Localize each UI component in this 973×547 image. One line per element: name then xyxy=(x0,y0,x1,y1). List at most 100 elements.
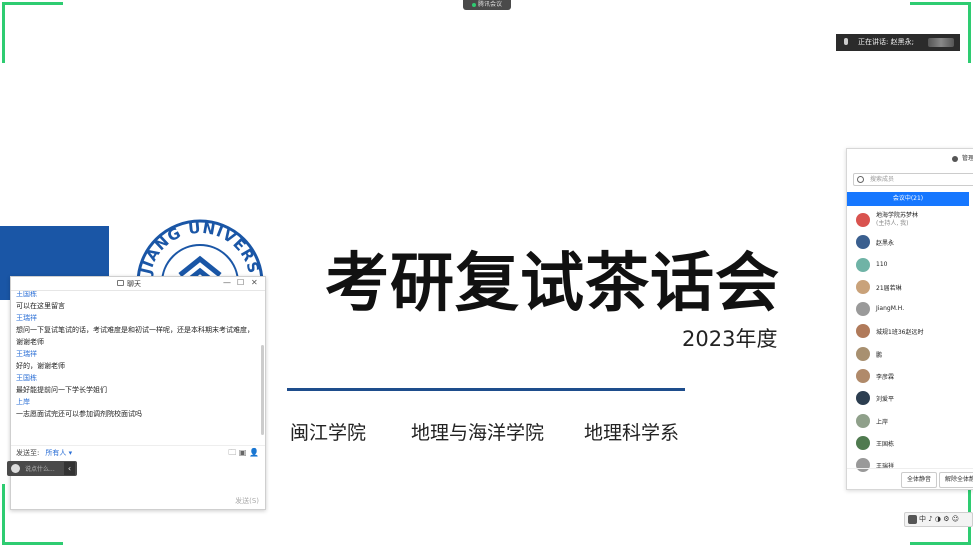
member-row[interactable]: 刘爱平 xyxy=(853,387,973,409)
input-method-toolbar[interactable]: 中 ♪ ◑ ⚙ ☺ xyxy=(904,512,973,527)
message-sender: 上岸 xyxy=(16,398,30,406)
members-panel[interactable]: 管理 搜索成员 会议中(21) 地海学院苏梦林 (主持人, 我) 赵黑永 110 … xyxy=(846,148,973,490)
member-row[interactable]: 110 xyxy=(853,254,973,276)
member-row[interactable]: 鹏 xyxy=(853,343,973,365)
member-row[interactable]: 上岸 xyxy=(853,410,973,432)
avatar xyxy=(856,346,870,361)
avatar xyxy=(856,213,870,227)
avatar xyxy=(856,302,870,317)
meeting-app-label: 腾讯会议 xyxy=(477,1,502,8)
member-list[interactable]: 地海学院苏梦林 (主持人, 我) 赵黑永 110 21届若琳 JiangM.H. … xyxy=(853,209,973,477)
avatar xyxy=(856,279,870,294)
microphone-icon xyxy=(844,38,848,45)
chat-toolbar: 🗀 ▣ 👤 xyxy=(228,447,259,461)
user-icon xyxy=(951,155,958,162)
avatar xyxy=(856,369,870,384)
member-name-block: 地海学院苏梦林 (主持人, 我) xyxy=(876,212,918,228)
chat-input[interactable]: 说点什么... ‹ xyxy=(7,461,77,476)
send-button[interactable]: 发送(S) xyxy=(235,496,259,506)
send-to-selector[interactable]: 发送至: 所有人 ▾ xyxy=(16,448,72,458)
maximize-button[interactable]: ☐ xyxy=(237,278,244,287)
user-icon[interactable]: 👤 xyxy=(249,448,259,457)
send-to-label: 发送至: xyxy=(16,449,40,457)
member-role: (主持人, 我) xyxy=(876,220,909,227)
close-button[interactable]: ✕ xyxy=(251,278,258,287)
chat-input-placeholder: 说点什么... xyxy=(25,466,55,473)
screenshot-icon[interactable]: ▣ xyxy=(239,448,247,457)
department-3: 地理科学系 xyxy=(584,422,680,444)
member-name: JiangM.H. xyxy=(876,305,905,313)
avatar xyxy=(856,391,870,406)
member-name: 赵黑永 xyxy=(876,240,895,248)
slide-title: 考研复试茶话会 xyxy=(325,247,780,321)
message-text: 一志愿面试完还可以参加调剂院校面试吗 xyxy=(16,410,142,418)
message-sender: 王国栋 xyxy=(16,291,37,298)
chat-message: 王瑞祥 想问一下复试笔试的话，考试难度是和初试一样呢，还是本科期末考试难度，谢谢… xyxy=(16,312,256,348)
chat-message: 王瑞祥 好的，谢谢老师 xyxy=(16,348,256,372)
unmute-all-button[interactable]: 解除全体静音 xyxy=(939,472,973,488)
avatar xyxy=(856,235,870,250)
chat-window[interactable]: 聊天 — ☐ ✕ 王国栋 可以在这里留言 王瑞祥 想问一下复试笔试的话，考试难度… xyxy=(7,276,266,510)
member-row[interactable]: 赵黑永 xyxy=(853,231,973,253)
ime-logo-icon xyxy=(908,514,917,524)
message-sender: 王国栋 xyxy=(16,374,37,382)
avatar xyxy=(856,324,870,339)
member-name: 上岸 xyxy=(876,418,889,426)
send-to-value[interactable]: 所有人 ▾ xyxy=(45,449,72,457)
emoji-icon[interactable] xyxy=(11,464,20,473)
chat-message: 上岸 一志愿面试完还可以参加调剂院校面试吗 xyxy=(16,396,256,420)
frame-corner-top-left xyxy=(2,2,63,63)
member-row[interactable]: 21届若琳 xyxy=(853,276,973,298)
status-dot-icon xyxy=(471,2,476,7)
member-search-input[interactable]: 搜索成员 xyxy=(853,173,973,186)
minimize-button[interactable]: — xyxy=(223,278,231,287)
slide-divider xyxy=(287,388,685,391)
ime-label[interactable]: 中 ♪ ◑ ⚙ ☺ xyxy=(919,515,959,523)
avatar xyxy=(856,413,870,428)
department-2: 地理与海洋学院 xyxy=(411,422,545,444)
chat-message: 王国栋 可以在这里留言 xyxy=(16,291,256,312)
message-text: 好的，谢谢老师 xyxy=(16,362,65,370)
member-row[interactable]: 王国栋 xyxy=(853,432,973,454)
member-row[interactable]: 城规1班36赵远时 xyxy=(853,320,973,342)
member-name: 110 xyxy=(876,260,888,268)
manage-label: 管理 xyxy=(961,155,973,162)
chat-titlebar[interactable]: 聊天 — ☐ ✕ xyxy=(11,277,265,291)
member-row[interactable]: 李彦霖 xyxy=(853,365,973,387)
message-sender: 王瑞祥 xyxy=(16,350,37,358)
avatar xyxy=(856,257,870,272)
member-name: 李彦霖 xyxy=(876,374,895,382)
frame-corner-top-right xyxy=(910,2,971,63)
chat-icon xyxy=(117,280,124,286)
chat-divider xyxy=(11,445,265,446)
speaking-label: 正在讲话: 赵黑永; xyxy=(858,38,914,46)
message-text: 想问一下复试笔试的话，考试难度是和初试一样呢，还是本科期末考试难度，谢谢老师 xyxy=(16,326,254,346)
meeting-app-chip[interactable]: 腾讯会议 xyxy=(463,0,511,10)
chat-message: 王国栋 最好能提前问一下学长学姐们 xyxy=(16,372,256,396)
member-search-placeholder: 搜索成员 xyxy=(870,176,895,183)
member-name: 地海学院苏梦林 xyxy=(876,212,919,219)
member-name: 刘爱平 xyxy=(876,396,895,404)
manage-members-button[interactable]: 管理 xyxy=(951,153,973,162)
chevron-left-icon[interactable]: ‹ xyxy=(64,462,75,475)
member-name: 鹏 xyxy=(876,351,883,359)
chat-message-list[interactable]: 王国栋 可以在这里留言 王瑞祥 想问一下复试笔试的话，考试难度是和初试一样呢，还… xyxy=(16,291,256,446)
speaker-video-thumbnail xyxy=(928,38,954,47)
mute-all-button[interactable]: 全体静音 xyxy=(901,472,938,488)
folder-icon[interactable]: 🗀 xyxy=(228,448,236,457)
member-name: 城规1班36赵远时 xyxy=(876,329,924,337)
member-row[interactable]: 地海学院苏梦林 (主持人, 我) xyxy=(853,209,973,231)
tab-in-meeting[interactable]: 会议中(21) xyxy=(847,192,969,206)
slide-year: 2023年度 xyxy=(682,327,778,351)
chat-scrollbar[interactable] xyxy=(261,345,264,435)
members-footer: 全体静音 解除全体静音 xyxy=(847,468,973,489)
department-1: 闽江学院 xyxy=(290,422,367,444)
message-text: 可以在这里留言 xyxy=(16,302,65,310)
search-icon xyxy=(857,176,864,183)
message-text: 最好能提前问一下学长学姐们 xyxy=(16,386,107,394)
member-name: 21届若琳 xyxy=(876,284,902,292)
member-row[interactable]: JiangM.H. xyxy=(853,298,973,320)
member-name: 王国栋 xyxy=(876,440,895,448)
speaking-indicator: 正在讲话: 赵黑永; xyxy=(836,34,960,51)
avatar xyxy=(856,435,870,450)
